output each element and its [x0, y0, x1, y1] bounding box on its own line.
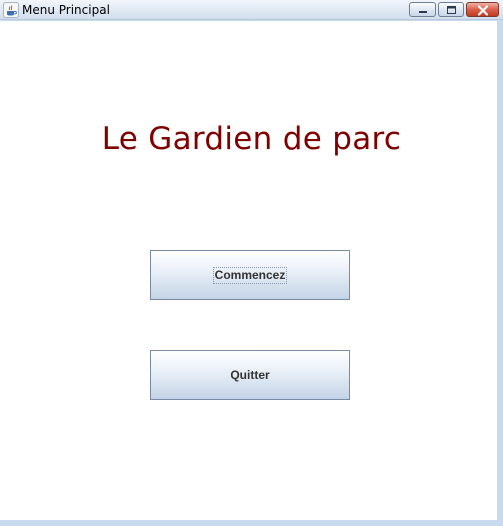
window-title: Menu Principal	[22, 3, 110, 17]
content-pane: Le Gardien de parc Commencez Quitter	[0, 21, 497, 520]
game-title: Le Gardien de parc	[101, 121, 402, 157]
title-bar[interactable]: Menu Principal	[0, 0, 503, 20]
close-button[interactable]	[466, 2, 499, 17]
close-icon	[477, 5, 489, 16]
maximize-button[interactable]	[438, 2, 464, 17]
start-button-label: Commencez	[212, 266, 288, 284]
java-cup-icon	[3, 2, 19, 18]
quit-button-label: Quitter	[230, 368, 270, 382]
application-window: Menu Principal Le Gardien de parc Commen…	[0, 0, 503, 526]
maximize-icon	[447, 6, 456, 14]
minimize-button[interactable]	[409, 2, 436, 17]
minimize-icon	[419, 11, 427, 13]
quit-button[interactable]: Quitter	[150, 350, 350, 400]
start-button[interactable]: Commencez	[150, 250, 350, 300]
